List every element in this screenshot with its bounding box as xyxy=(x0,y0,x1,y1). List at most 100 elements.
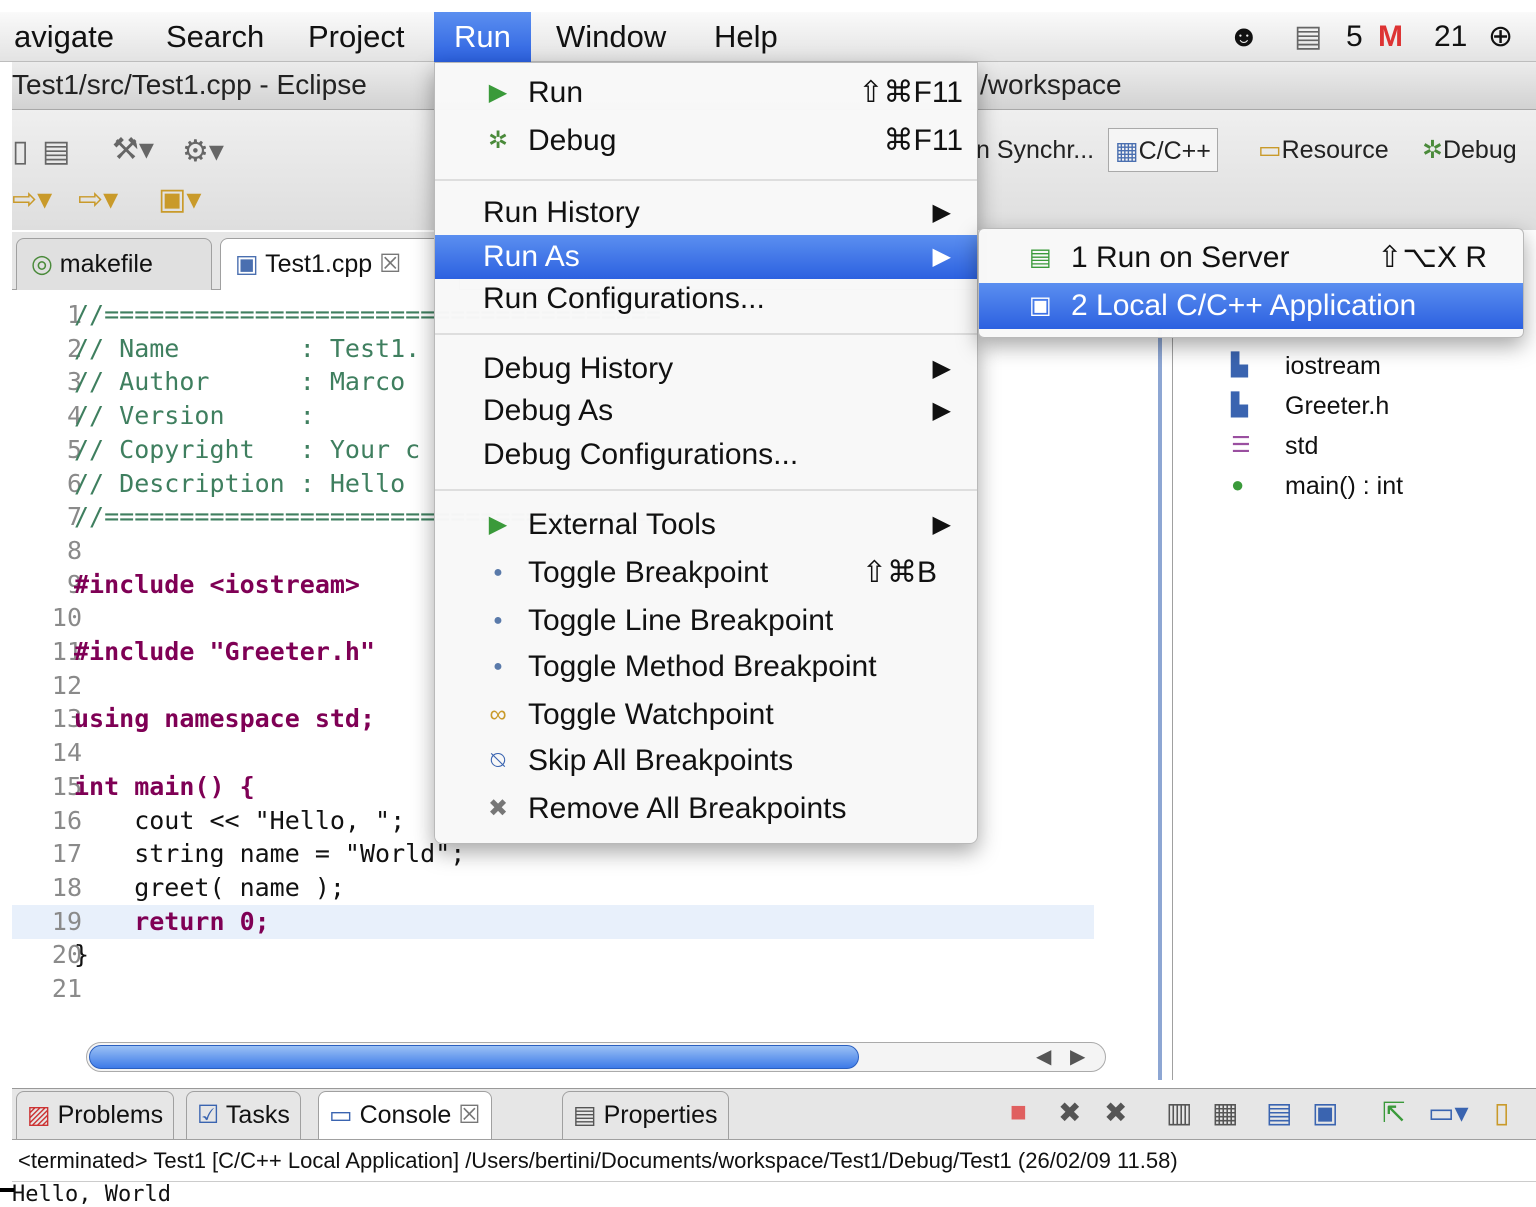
display-console-icon[interactable]: ▭▾ xyxy=(1428,1096,1469,1129)
menu-item-debug-history[interactable]: Debug History ▶ xyxy=(435,347,977,391)
window-edge-marker xyxy=(0,1188,14,1192)
build-hammer-icon[interactable]: ⚒▾ xyxy=(112,132,154,167)
cpp-perspective-icon: ▦ xyxy=(1115,137,1139,165)
gmail-icon[interactable]: M xyxy=(1378,12,1403,62)
line-text: // Author : Marco xyxy=(74,367,406,397)
menu-item-remove-all-breakpoints[interactable]: ✖ Remove All Breakpoints xyxy=(435,787,977,831)
submenu-item-run-on-server[interactable]: ▤ 1 Run on Server ⇧⌥X R xyxy=(979,235,1523,281)
window-title-workspace: /workspace xyxy=(980,69,1122,100)
namespace-icon: ☰ xyxy=(1231,432,1251,457)
scroll-lock-icon[interactable]: ▥ xyxy=(1166,1096,1192,1129)
menu-item-run-label: Run xyxy=(528,76,584,109)
terminate-icon[interactable]: ■ xyxy=(1010,1096,1027,1128)
debug-bug-icon: ✲ xyxy=(487,127,509,154)
tab-problems[interactable]: ▨ Problems xyxy=(16,1091,175,1139)
menu-item-toggle-method-breakpoint[interactable]: ● Toggle Method Breakpoint xyxy=(435,645,977,689)
tab-makefile[interactable]: ◎ makefile xyxy=(16,238,212,290)
remove-all-icon: ✖ xyxy=(487,795,509,822)
menu-item-run-configurations[interactable]: Run Configurations... xyxy=(435,277,977,321)
menu-item-run-as[interactable]: Run As ▶ xyxy=(435,235,977,279)
remove-all-launches-icon[interactable]: ✖ xyxy=(1104,1096,1127,1129)
tab-test1-cpp-label: Test1.cpp xyxy=(265,250,373,278)
resource-folder-icon: ▭ xyxy=(1258,136,1282,164)
menu-project[interactable]: Project xyxy=(308,12,404,62)
breakpoint-icon: ● xyxy=(493,658,503,675)
calendar-icon[interactable]: ▤ xyxy=(1294,12,1322,62)
menu-run[interactable]: Run xyxy=(434,12,531,62)
tab-test1-cpp[interactable]: ▣ Test1.cpp ☒ xyxy=(220,238,460,290)
menu-item-run-history[interactable]: Run History ▶ xyxy=(435,191,977,235)
perspective-debug[interactable]: ✲Debug xyxy=(1422,128,1517,172)
menu-window[interactable]: Window xyxy=(556,12,666,62)
menu-item-skip-all-breakpoints[interactable]: ⍉ Skip All Breakpoints xyxy=(435,739,977,783)
include-icon: ▙ xyxy=(1231,352,1248,377)
menu-item-debug-configurations[interactable]: Debug Configurations... xyxy=(435,433,977,477)
code-line[interactable]: 18 greet( name ); xyxy=(12,871,1094,905)
scrollbar-thumb[interactable] xyxy=(89,1045,859,1069)
code-line[interactable]: 19 return 0; xyxy=(12,904,1094,939)
menu-item-debug-label: Debug xyxy=(528,124,617,157)
perspective-resource[interactable]: ▭Resource xyxy=(1258,128,1389,172)
perspective-synchronize[interactable]: n Synchr... xyxy=(976,128,1094,172)
submenu-item-run-on-server-label: 1 Run on Server xyxy=(1071,241,1290,274)
server-icon: ▤ xyxy=(1029,244,1052,271)
outline-item[interactable]: main() : int xyxy=(1285,472,1403,501)
menu-item-toggle-watchpoint[interactable]: ∞ Toggle Watchpoint xyxy=(435,693,977,737)
cpp-application-icon: ▣ xyxy=(1029,292,1052,319)
show-console-icon[interactable]: ▦ xyxy=(1212,1096,1238,1129)
horizontal-scrollbar[interactable] xyxy=(86,1042,1106,1072)
line-text: cout << "Hello, "; xyxy=(74,805,406,835)
scroll-left-icon[interactable]: ◀ xyxy=(1036,1044,1051,1069)
save-icon[interactable]: ▤ xyxy=(42,134,70,169)
menu-item-debug-as-label: Debug As xyxy=(483,394,614,427)
submenu-arrow-icon: ▶ xyxy=(932,355,951,382)
line-number: 21 xyxy=(51,974,82,1003)
submenu-arrow-icon: ▶ xyxy=(932,397,951,424)
outline-item[interactable]: std xyxy=(1285,432,1318,461)
submenu-item-local-cpp-application[interactable]: ▣ 2 Local C/C++ Application xyxy=(979,283,1523,329)
perspective-debug-label: Debug xyxy=(1442,136,1517,164)
menu-item-debug-as[interactable]: Debug As ▶ xyxy=(435,389,977,433)
menu-item-external-tools[interactable]: ▶ External Tools ▶ xyxy=(435,503,977,547)
clear-console-icon[interactable]: ▣ xyxy=(1312,1096,1338,1129)
menu-item-skip-all-breakpoints-label: Skip All Breakpoints xyxy=(528,744,794,777)
close-icon[interactable]: ☒ xyxy=(458,1101,480,1129)
tab-console[interactable]: ▭ Console ☒ xyxy=(318,1091,492,1139)
timemachine-icon[interactable]: ⊕ xyxy=(1488,12,1513,62)
perspective-cpp[interactable]: ▦C/C++ xyxy=(1108,128,1218,172)
code-line[interactable]: 21 xyxy=(12,972,1094,1006)
menu-item-toggle-breakpoint[interactable]: ● Toggle Breakpoint ⇧⌘B xyxy=(435,551,977,595)
run-as-submenu: ▤ 1 Run on Server ⇧⌥X R ▣ 2 Local C/C++ … xyxy=(978,228,1524,338)
line-text: // Name : Test1. xyxy=(74,333,421,363)
menu-item-run[interactable]: ▶ Run ⇧⌘F11 xyxy=(435,71,977,115)
code-line[interactable]: 20} xyxy=(12,938,1094,972)
line-number: 14 xyxy=(51,738,82,768)
tab-properties[interactable]: ▤ Properties xyxy=(562,1091,729,1139)
outline-item[interactable]: iostream xyxy=(1285,352,1381,381)
new-icon[interactable]: ▯ xyxy=(12,134,29,169)
console-output[interactable]: Hello, World xyxy=(12,1182,1536,1207)
menu-item-debug-history-label: Debug History xyxy=(483,352,674,385)
line-text: // Version : xyxy=(74,401,315,431)
debug-gear-icon[interactable]: ⚙▾ xyxy=(182,134,224,169)
outline-item[interactable]: Greeter.h xyxy=(1285,392,1389,421)
scroll-right-icon[interactable]: ▶ xyxy=(1070,1044,1085,1069)
back-arrow-icon[interactable]: ⇨▾ xyxy=(12,182,52,217)
bottom-tab-bar: ▨ Problems ☑ Tasks ▭ Console ☒ ▤ Propert… xyxy=(12,1088,1536,1140)
adium-icon[interactable]: ☻ xyxy=(1228,12,1260,62)
line-text: greet( name ); xyxy=(74,872,345,902)
tab-tasks[interactable]: ☑ Tasks xyxy=(186,1091,301,1139)
close-icon[interactable]: ☒ xyxy=(379,250,401,278)
remove-launch-icon[interactable]: ✖ xyxy=(1058,1096,1081,1129)
line-text: } xyxy=(74,940,90,970)
new-console-icon[interactable]: ▯ xyxy=(1494,1096,1509,1129)
open-console-icon[interactable]: ⇱ xyxy=(1382,1096,1405,1129)
open-folder-icon[interactable]: ▣▾ xyxy=(158,182,201,217)
forward-arrow-icon[interactable]: ⇨▾ xyxy=(78,182,118,217)
menu-help[interactable]: Help xyxy=(714,12,778,62)
menu-item-debug[interactable]: ✲ Debug ⌘F11 xyxy=(435,119,977,163)
menu-item-toggle-line-breakpoint[interactable]: ● Toggle Line Breakpoint xyxy=(435,599,977,643)
menu-search[interactable]: Search xyxy=(166,12,264,62)
menu-navigate[interactable]: avigate xyxy=(14,12,114,62)
pin-console-icon[interactable]: ▤ xyxy=(1266,1096,1292,1129)
